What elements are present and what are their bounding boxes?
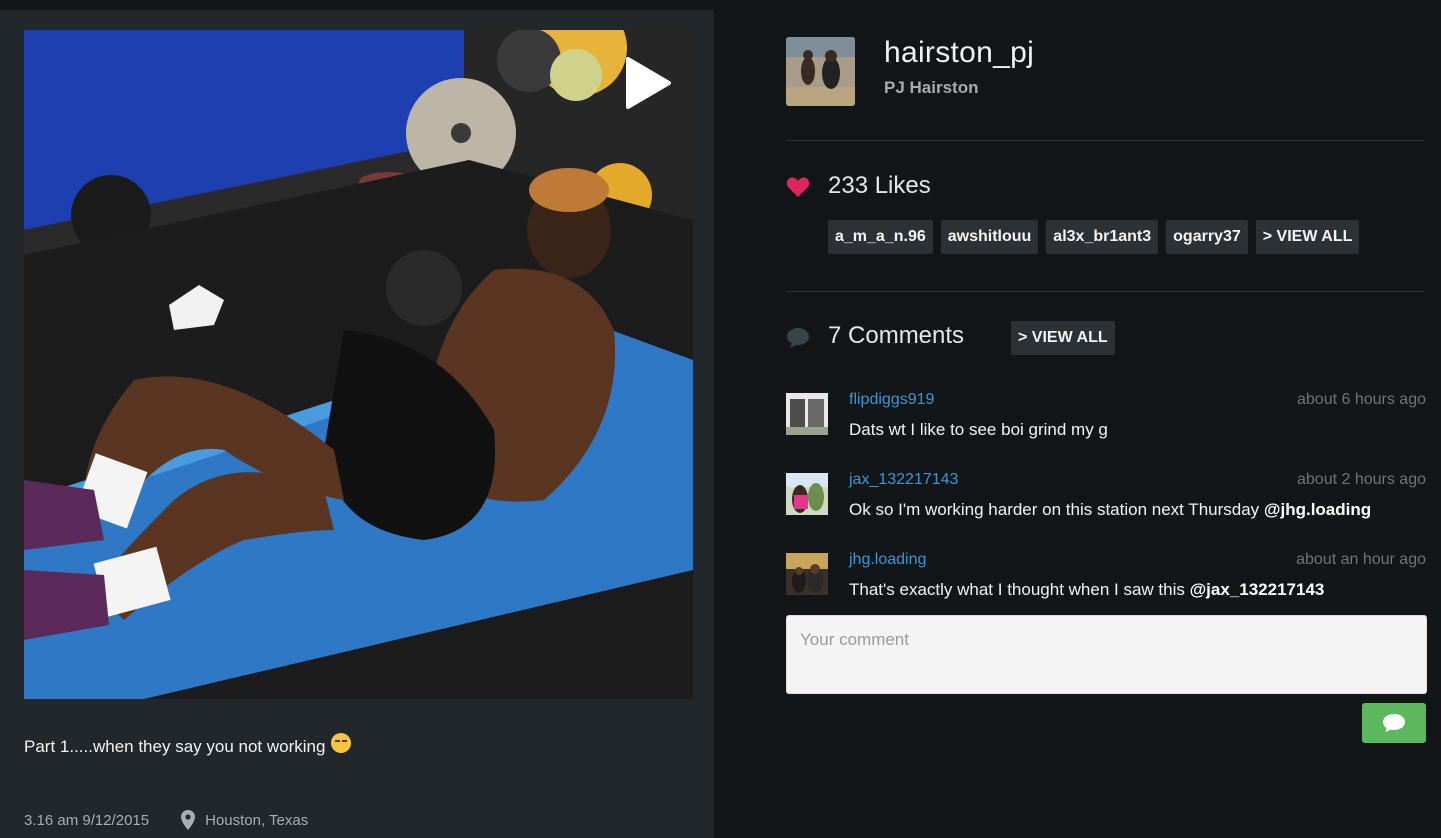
video-frame-image (24, 30, 693, 699)
commenter-username[interactable]: jhg.loading (849, 551, 926, 569)
divider (786, 291, 1425, 292)
chat-bubble-send-icon (1383, 714, 1405, 732)
caption-text: Part 1.....when they say you not working (24, 737, 326, 756)
comment-body: Ok so I'm working harder on this station… (849, 500, 1264, 519)
comment-text: That's exactly what I thought when I saw… (849, 580, 1324, 600)
comment-time: about 6 hours ago (1297, 391, 1426, 408)
map-pin-icon (181, 810, 196, 830)
comment-item: flipdiggs919 about 6 hours ago Dats wt I… (786, 391, 1426, 453)
commenter-avatar[interactable] (786, 393, 828, 435)
comment-input[interactable] (786, 615, 1427, 694)
liker-chip[interactable]: al3x_br1ant3 (1046, 220, 1159, 254)
comment-time: about an hour ago (1296, 551, 1426, 568)
post-meta: 3.16 am 9/12/2015 Houston, Texas (24, 810, 308, 830)
avatar-image (786, 393, 828, 435)
post-location[interactable]: Houston, Texas (205, 812, 308, 829)
liker-chip[interactable]: a_m_a_n.96 (828, 220, 933, 254)
comment-body: That's exactly what I thought when I saw… (849, 580, 1190, 599)
smirk-emoji-icon (331, 733, 352, 753)
comment-time: about 2 hours ago (1297, 471, 1426, 488)
liker-chip[interactable]: awshitlouu (940, 220, 1039, 254)
avatar-image (786, 37, 855, 106)
likes-view-all-button[interactable]: > VIEW ALL (1255, 220, 1360, 254)
post-video[interactable] (24, 30, 693, 699)
post-media-panel: Part 1.....when they say you not working… (0, 10, 714, 838)
comment-body: Dats wt I like to see boi grind my g (849, 420, 1108, 439)
send-comment-button[interactable] (1362, 703, 1426, 743)
play-icon[interactable] (624, 56, 672, 110)
profile-username[interactable]: hairston_pj (884, 36, 1034, 70)
post-caption: Part 1.....when they say you not working (24, 733, 352, 757)
likers-list: a_m_a_n.96 awshitlouu al3x_br1ant3 ogarr… (828, 220, 1360, 254)
speech-bubble-icon (787, 328, 809, 348)
comments-view-all-button[interactable]: > VIEW ALL (1011, 321, 1115, 355)
divider (786, 140, 1425, 141)
comment-item: jax_132217143 about 2 hours ago Ok so I'… (786, 471, 1426, 533)
comment-text: Dats wt I like to see boi grind my g (849, 420, 1108, 440)
post-timestamp: 3.16 am 9/12/2015 (24, 811, 150, 829)
liker-chip[interactable]: ogarry37 (1166, 220, 1248, 254)
comment-mention[interactable]: @jax_132217143 (1190, 580, 1325, 599)
comment-mention[interactable]: @jhg.loading (1264, 500, 1371, 519)
commenter-username[interactable]: flipdiggs919 (849, 391, 934, 409)
profile-full-name: PJ Hairston (884, 78, 979, 97)
commenter-username[interactable]: jax_132217143 (849, 471, 958, 489)
comments-count: 7 Comments (828, 322, 965, 349)
profile-avatar[interactable] (786, 37, 855, 106)
commenter-avatar[interactable] (786, 553, 828, 595)
avatar-image (786, 473, 828, 515)
comment-text: Ok so I'm working harder on this station… (849, 500, 1371, 520)
avatar-image (786, 553, 828, 595)
comment-item: jhg.loading about an hour ago That's exa… (786, 551, 1426, 613)
likes-count: 233 Likes (828, 172, 931, 199)
commenter-avatar[interactable] (786, 473, 828, 515)
heart-icon[interactable] (786, 176, 810, 198)
